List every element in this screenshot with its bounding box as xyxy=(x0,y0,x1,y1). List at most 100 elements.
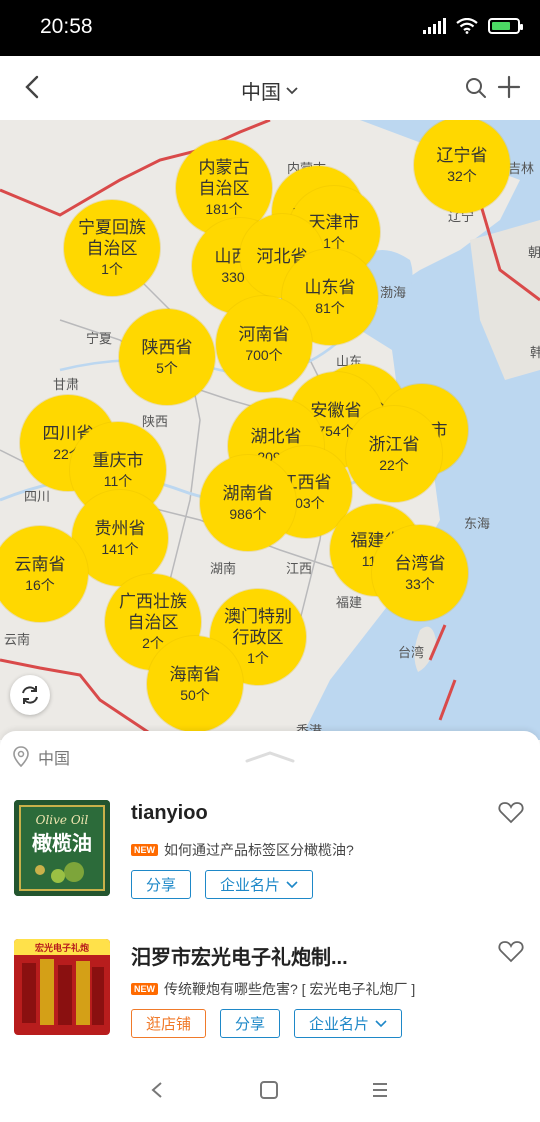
business-card-label: 企业名片 xyxy=(309,1016,370,1033)
listing-thumbnail-olive-oil[interactable]: Olive Oil 橄榄油 xyxy=(14,800,110,896)
listing-actions: 分享 企业名片 xyxy=(131,870,314,899)
top-nav: 中国 xyxy=(0,56,540,120)
map-place-label: 陕西 xyxy=(142,414,169,429)
map-place-label: 渤海 xyxy=(380,285,407,300)
business-card-button[interactable]: 企业名片 xyxy=(294,1009,403,1038)
svg-text:Olive Oil: Olive Oil xyxy=(36,813,89,827)
cluster-name: 海南省 xyxy=(169,664,221,684)
cluster-name: 自治区 xyxy=(127,613,179,632)
status-icons xyxy=(423,18,523,34)
chevron-down-icon xyxy=(375,1019,387,1027)
map-place-label: 朝 xyxy=(528,245,540,260)
heart-icon[interactable] xyxy=(498,800,524,824)
cluster-count: 16个 xyxy=(25,576,55,593)
cluster-name: 河南省 xyxy=(238,324,290,344)
status-time: 20:58 xyxy=(40,15,93,38)
region-selector[interactable]: 中国 xyxy=(241,76,299,105)
listing-item[interactable]: Olive Oil 橄榄油 tianyioo NEW 如何通过产品标签区分橄榄油… xyxy=(0,800,540,910)
svg-text:宏光电子礼炮: 宏光电子礼炮 xyxy=(35,942,89,954)
cluster-name: 自治区 xyxy=(86,239,138,258)
location-label: 中国 xyxy=(38,751,71,768)
cluster-count: 33个 xyxy=(405,575,435,592)
map-place-label: 吉林 xyxy=(508,161,535,176)
cluster-count: 700个 xyxy=(245,346,283,363)
cluster-count: 141个 xyxy=(101,540,139,557)
map-place-label: 湖南 xyxy=(210,561,237,576)
signal-icon xyxy=(423,18,446,34)
province-cluster[interactable]: 河南省 700个 xyxy=(216,296,312,392)
cluster-name: 澳门特别 xyxy=(224,607,292,626)
province-cluster[interactable]: 辽宁省 32个 xyxy=(414,120,510,213)
location-row: 中国 xyxy=(12,745,70,769)
map-place-label: 宁夏 xyxy=(86,331,113,346)
map-place-label: 台湾 xyxy=(398,645,425,660)
cluster-name: 自治区 xyxy=(198,179,250,198)
cluster-name: 浙江省 xyxy=(368,434,420,454)
cluster-name: 云南省 xyxy=(14,554,66,574)
system-menu-icon[interactable] xyxy=(370,1080,390,1100)
svg-text:橄榄油: 橄榄油 xyxy=(32,831,92,855)
cluster-count: 1个 xyxy=(101,261,123,277)
cluster-name: 台湾省 xyxy=(394,553,446,573)
province-cluster[interactable]: 湖南省 986个 xyxy=(200,455,296,551)
news-text: 传统鞭炮有哪些危害? [ 宏光电子礼炮厂 ] xyxy=(164,981,416,997)
status-bar: 20:58 xyxy=(0,0,540,56)
province-cluster[interactable]: 宁夏回族 自治区 1个 xyxy=(64,200,160,296)
visit-store-button[interactable]: 逛店铺 xyxy=(131,1009,207,1038)
share-button[interactable]: 分享 xyxy=(220,1009,281,1038)
map-place-label: 云南 xyxy=(4,632,31,647)
listing-item[interactable]: 宏光电子礼炮 汨罗市宏光电子礼炮制... NEW 传统鞭炮有哪些危害? [ 宏光… xyxy=(0,939,540,1049)
cluster-count: 32个 xyxy=(447,167,477,184)
map-place-label: 四川 xyxy=(24,489,51,504)
cluster-count: 181个 xyxy=(205,201,243,217)
add-icon[interactable] xyxy=(496,74,522,100)
listing-title[interactable]: tianyioo xyxy=(131,802,208,825)
cluster-name: 山东省 xyxy=(304,277,356,297)
olive-oil-image: Olive Oil 橄榄油 xyxy=(14,800,110,896)
battery-icon xyxy=(488,18,523,34)
map-place-label: 东海 xyxy=(464,516,491,531)
cluster-name: 辽宁省 xyxy=(436,145,488,165)
listing-news[interactable]: NEW 如何通过产品标签区分橄榄油? xyxy=(131,840,354,860)
cluster-name: 陕西省 xyxy=(141,337,193,357)
map-view[interactable]: 内蒙古吉林辽宁朝渤海宁夏韩山东甘肃陕西四川东海湖南江西福建云南台湾香港 辽宁省3… xyxy=(0,120,540,740)
cluster-count: 986个 xyxy=(229,505,267,522)
cluster-name: 重庆市 xyxy=(92,450,144,470)
cluster-name: 天津市 xyxy=(308,212,360,232)
news-text: 如何通过产品标签区分橄榄油? xyxy=(164,842,354,858)
search-icon[interactable] xyxy=(464,76,488,100)
province-cluster[interactable]: 陕西省 5个 xyxy=(119,309,215,405)
province-cluster[interactable]: 浙江省 22个 xyxy=(346,406,442,502)
map-place-label: 甘肃 xyxy=(53,377,80,392)
listing-news[interactable]: NEW 传统鞭炮有哪些危害? [ 宏光电子礼炮厂 ] xyxy=(131,979,415,999)
region-label: 中国 xyxy=(241,82,281,104)
refresh-button[interactable] xyxy=(10,675,50,715)
cluster-count: 22个 xyxy=(379,456,409,473)
listing-title[interactable]: 汨罗市宏光电子礼炮制... xyxy=(131,941,348,970)
location-pin-icon xyxy=(13,746,29,768)
listing-actions: 逛店铺 分享 企业名片 xyxy=(131,1009,403,1038)
cluster-name: 内蒙古 xyxy=(198,158,250,177)
business-card-button[interactable]: 企业名片 xyxy=(205,870,314,899)
system-back-icon[interactable] xyxy=(148,1080,166,1100)
province-cluster[interactable]: 海南省 50个 xyxy=(147,636,243,732)
refresh-icon xyxy=(22,686,38,704)
chevron-down-icon xyxy=(286,86,298,94)
visit-store-label: 逛店铺 xyxy=(146,1016,192,1033)
province-cluster[interactable]: 台湾省 33个 xyxy=(372,525,468,621)
wifi-icon xyxy=(456,18,478,34)
listing-thumbnail-fireworks[interactable]: 宏光电子礼炮 xyxy=(14,939,110,1035)
cluster-count: 1个 xyxy=(247,650,269,666)
back-button[interactable] xyxy=(18,72,48,102)
heart-icon[interactable] xyxy=(498,939,524,963)
fireworks-image: 宏光电子礼炮 xyxy=(14,939,110,1035)
map-place-label: 江西 xyxy=(286,561,313,576)
share-button[interactable]: 分享 xyxy=(131,870,192,899)
sheet-handle-icon[interactable] xyxy=(245,749,295,763)
new-badge: NEW xyxy=(131,983,158,995)
share-label: 分享 xyxy=(235,1016,266,1033)
cluster-name: 安徽省 xyxy=(310,400,362,420)
system-home-icon[interactable] xyxy=(259,1080,279,1100)
share-label: 分享 xyxy=(146,877,177,894)
business-card-label: 企业名片 xyxy=(220,877,281,894)
